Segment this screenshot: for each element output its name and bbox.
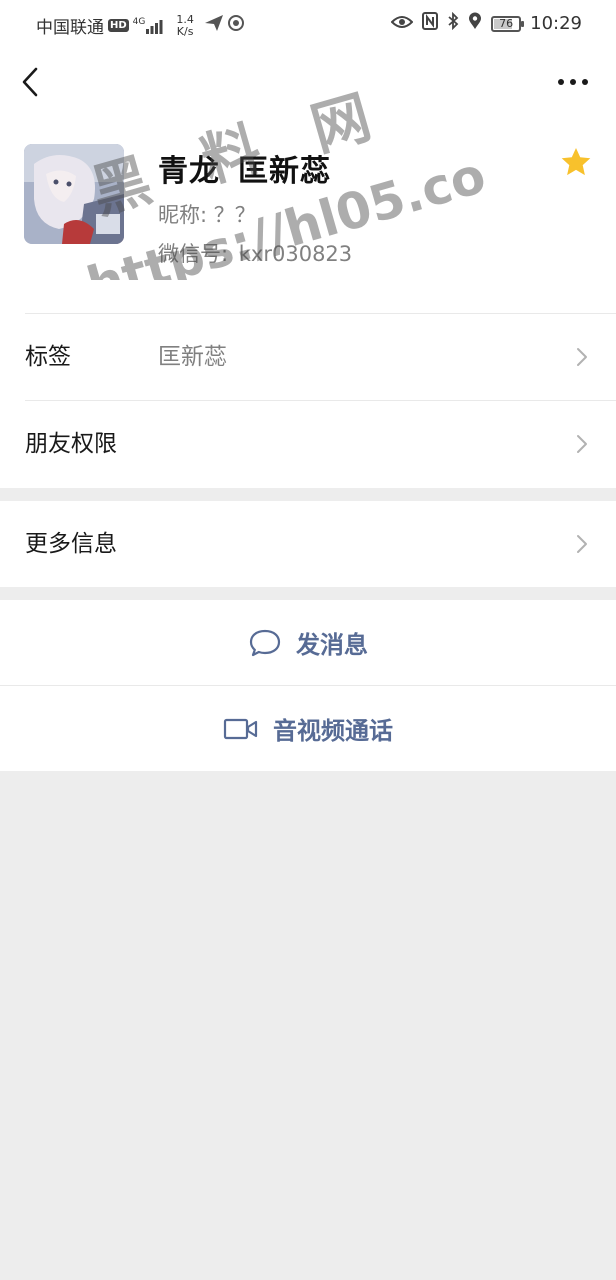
chevron-right-icon bbox=[577, 535, 587, 553]
display-name: 青龙 bbox=[158, 154, 220, 189]
back-button[interactable] bbox=[18, 64, 48, 100]
send-message-button[interactable]: 发消息 bbox=[0, 600, 616, 685]
network-type: 4G bbox=[132, 16, 146, 27]
send-icon bbox=[204, 14, 224, 37]
star-icon bbox=[561, 148, 591, 176]
send-message-label: 发消息 bbox=[296, 631, 368, 659]
battery-icon: 76 bbox=[491, 15, 525, 32]
nfc-icon bbox=[422, 12, 439, 35]
remark-name: 匡新蕊 bbox=[238, 154, 331, 189]
battery-level: 76 bbox=[499, 16, 514, 30]
location-icon bbox=[468, 12, 482, 35]
friend-permissions-label: 朋友权限 bbox=[25, 431, 117, 457]
net-speed: 1.4 K/s bbox=[176, 13, 194, 38]
avatar-image bbox=[24, 144, 124, 244]
status-clock: 10:29 bbox=[530, 13, 582, 34]
nickname-value: ？？ bbox=[213, 203, 256, 227]
chevron-right-icon bbox=[577, 435, 587, 453]
signal-icon: 4G bbox=[132, 16, 167, 34]
more-info-label: 更多信息 bbox=[25, 531, 117, 557]
status-bar: 中国联通 HD 4G 1.4 K/s 76 10:29 bbox=[0, 0, 616, 46]
video-camera-icon bbox=[223, 717, 259, 741]
contact-name: 青龙 匡新蕊 bbox=[158, 146, 331, 190]
nickname-label: 昵称: bbox=[158, 203, 208, 227]
avatar[interactable] bbox=[24, 144, 124, 244]
friend-permissions-row[interactable]: 朋友权限 bbox=[0, 401, 616, 487]
tags-value: 匡新蕊 bbox=[158, 344, 227, 370]
tags-row[interactable]: 标签 匡新蕊 bbox=[0, 314, 616, 400]
tags-label: 标签 bbox=[25, 344, 71, 370]
wechat-id-value: kxr030823 bbox=[238, 242, 353, 266]
app-notification-icon bbox=[227, 15, 244, 36]
wechat-id-label: 微信号: bbox=[158, 242, 229, 266]
wechat-id-line: 微信号: kxr030823 bbox=[158, 238, 352, 268]
nickname-line: 昵称: ？？ bbox=[158, 199, 256, 229]
more-options-button[interactable] bbox=[556, 70, 590, 94]
bluetooth-icon bbox=[447, 11, 459, 35]
av-call-button[interactable]: 音视频通话 bbox=[0, 686, 616, 771]
profile-header: 中国联通 HD 4G 1.4 K/s 76 10:29 青龙 匡新蕊 昵称: ？… bbox=[0, 0, 616, 488]
eye-icon bbox=[390, 14, 414, 34]
av-call-label: 音视频通话 bbox=[273, 717, 393, 745]
more-dots-icon bbox=[558, 79, 588, 85]
hd-badge: HD bbox=[108, 19, 129, 32]
star-toggle[interactable] bbox=[560, 146, 592, 178]
carrier-label: 中国联通 bbox=[36, 18, 104, 38]
more-info-row[interactable]: 更多信息 bbox=[0, 501, 616, 587]
chevron-right-icon bbox=[577, 348, 587, 366]
net-speed-unit: K/s bbox=[176, 24, 194, 38]
chat-bubble-icon bbox=[248, 628, 282, 658]
chevron-left-icon bbox=[22, 67, 38, 97]
